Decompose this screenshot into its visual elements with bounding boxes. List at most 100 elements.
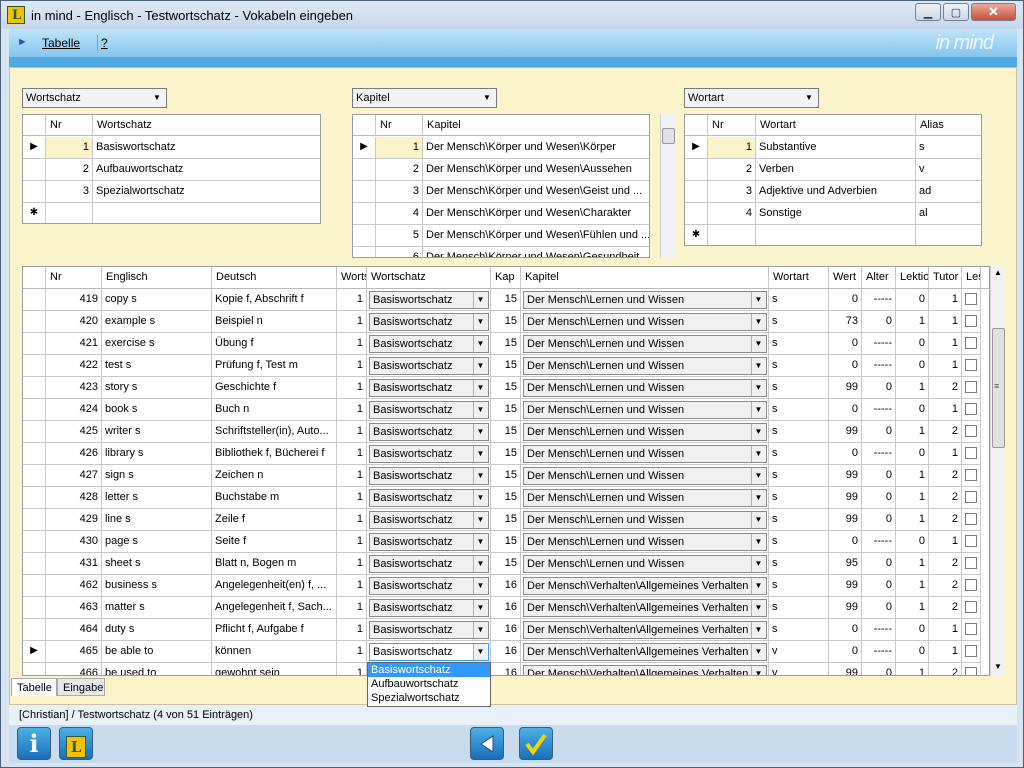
alter-cell[interactable]: 0	[862, 663, 896, 675]
text-cell[interactable]: Der Mensch\Körper und Wesen\Körper	[423, 137, 649, 159]
row-header[interactable]	[23, 181, 46, 203]
worts-cell[interactable]: 1	[337, 333, 367, 355]
tutor-cell[interactable]: 2	[929, 421, 962, 443]
deutsch-cell[interactable]: Blatt n, Bogen m	[212, 553, 337, 575]
lesen-checkbox[interactable]	[965, 425, 977, 437]
row-header[interactable]	[23, 487, 46, 509]
englisch-cell[interactable]: letter s	[102, 487, 212, 509]
row-header[interactable]	[23, 443, 46, 465]
row-header[interactable]	[23, 553, 46, 575]
worts-cell[interactable]: 1	[337, 531, 367, 553]
kap-cell[interactable]: 16	[491, 641, 521, 663]
wortart-cell[interactable]: s	[769, 531, 829, 553]
worts-cell[interactable]: 1	[337, 487, 367, 509]
tutor-cell[interactable]: 1	[929, 531, 962, 553]
wortschatz-select[interactable]: Basiswortschatz ▼	[369, 511, 489, 529]
lexicon-button[interactable]: L	[59, 727, 93, 760]
tutor-cell[interactable]: 1	[929, 311, 962, 333]
nr-cell[interactable]: 464	[46, 619, 102, 641]
column-header[interactable]: Nr	[46, 115, 93, 136]
minimize-button[interactable]: ▁	[915, 3, 941, 21]
lektion-cell[interactable]: 0	[896, 333, 929, 355]
nr-cell[interactable]: 1	[46, 137, 93, 159]
lesen-checkbox[interactable]	[965, 381, 977, 393]
lesen-checkbox[interactable]	[965, 315, 977, 327]
row-header[interactable]: ▶	[23, 641, 46, 663]
kap-cell[interactable]: 16	[491, 619, 521, 641]
nr-cell[interactable]: 5	[376, 225, 423, 247]
lesen-checkbox[interactable]	[965, 513, 977, 525]
row-header[interactable]	[353, 159, 376, 181]
wortart-cell[interactable]: s	[769, 399, 829, 421]
lektion-cell[interactable]: 1	[896, 575, 929, 597]
text-cell[interactable]: Der Mensch\Körper und Wesen\Aussehen	[423, 159, 649, 181]
column-header[interactable]: Wortschatz	[93, 115, 320, 136]
englisch-cell[interactable]: book s	[102, 399, 212, 421]
alter-cell[interactable]: 0	[862, 553, 896, 575]
kapitel-select[interactable]: Der Mensch\Lernen und Wissen ▼	[523, 401, 767, 419]
text-cell[interactable]: Basiswortschatz	[93, 137, 320, 159]
dropdown-option[interactable]: Aufbauwortschatz	[368, 677, 490, 691]
englisch-cell[interactable]: test s	[102, 355, 212, 377]
lesen-checkbox[interactable]	[965, 667, 977, 675]
wortschatz-select[interactable]: Basiswortschatz ▼	[369, 357, 489, 375]
nr-cell[interactable]: 421	[46, 333, 102, 355]
nr-cell[interactable]: 1	[708, 137, 756, 159]
wortschatz-select[interactable]: Basiswortschatz ▼	[369, 467, 489, 485]
tutor-cell[interactable]: 1	[929, 619, 962, 641]
wortart-cell[interactable]: s	[769, 443, 829, 465]
kapitel-select[interactable]: Der Mensch\Lernen und Wissen ▼	[523, 291, 767, 309]
wert-cell[interactable]: 0	[829, 399, 862, 421]
deutsch-cell[interactable]: Kopie f, Abschrift f	[212, 289, 337, 311]
nr-cell[interactable]: 4	[708, 203, 756, 225]
wortart-cell[interactable]: s	[769, 597, 829, 619]
nr-cell[interactable]: 428	[46, 487, 102, 509]
englisch-cell[interactable]: exercise s	[102, 333, 212, 355]
kap-cell[interactable]: 15	[491, 487, 521, 509]
worts-cell[interactable]: 1	[337, 465, 367, 487]
text-cell[interactable]: s	[916, 137, 981, 159]
wert-cell[interactable]: 95	[829, 553, 862, 575]
wortart-cell[interactable]: v	[769, 663, 829, 675]
text-cell[interactable]: Verben	[756, 159, 916, 181]
tutor-cell[interactable]: 2	[929, 465, 962, 487]
text-cell[interactable]: Sonstige	[756, 203, 916, 225]
row-header[interactable]	[23, 289, 46, 311]
column-header[interactable]: Alias	[916, 115, 981, 136]
nr-cell[interactable]: 426	[46, 443, 102, 465]
lektion-cell[interactable]: 1	[896, 553, 929, 575]
kapitel-select[interactable]: Der Mensch\Lernen und Wissen ▼	[523, 445, 767, 463]
worts-cell[interactable]: 1	[337, 377, 367, 399]
tutor-cell[interactable]: 1	[929, 355, 962, 377]
filter-kapitel-combo[interactable]: Kapitel ▼	[352, 88, 497, 108]
lektion-cell[interactable]: 1	[896, 597, 929, 619]
englisch-cell[interactable]: business s	[102, 575, 212, 597]
nr-cell[interactable]	[708, 225, 756, 245]
lektion-cell[interactable]: 0	[896, 443, 929, 465]
lesen-checkbox[interactable]	[965, 645, 977, 657]
kapitel-select[interactable]: Der Mensch\Verhalten\Allgemeines Verhalt…	[523, 621, 767, 639]
englisch-cell[interactable]: matter s	[102, 597, 212, 619]
kapitel-select[interactable]: Der Mensch\Lernen und Wissen ▼	[523, 357, 767, 375]
column-header[interactable]: Wortart	[756, 115, 916, 136]
text-cell[interactable]: Aufbauwortschatz	[93, 159, 320, 181]
kap-cell[interactable]: 16	[491, 663, 521, 675]
row-header[interactable]	[353, 203, 376, 225]
wortart-cell[interactable]: s	[769, 333, 829, 355]
column-header[interactable]: Tutor	[929, 267, 962, 288]
column-header[interactable]: Kap	[491, 267, 521, 288]
row-header[interactable]	[23, 311, 46, 333]
kap-cell[interactable]: 15	[491, 553, 521, 575]
alter-cell[interactable]: 0	[862, 311, 896, 333]
column-header[interactable]: Nr	[708, 115, 756, 136]
lektion-cell[interactable]: 0	[896, 289, 929, 311]
column-header[interactable]: Kapitel	[521, 267, 769, 288]
lesen-checkbox[interactable]	[965, 491, 977, 503]
kap-cell[interactable]: 15	[491, 531, 521, 553]
nr-cell[interactable]: 422	[46, 355, 102, 377]
englisch-cell[interactable]: line s	[102, 509, 212, 531]
filter-wortart-combo[interactable]: Wortart ▼	[684, 88, 819, 108]
tutor-cell[interactable]: 2	[929, 509, 962, 531]
text-cell[interactable]	[756, 225, 916, 245]
row-header[interactable]	[23, 509, 46, 531]
